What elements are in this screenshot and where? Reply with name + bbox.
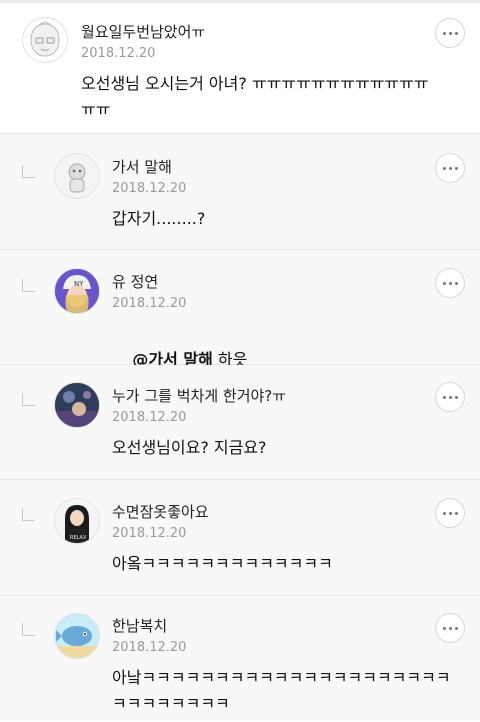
comment-text: 갑자기........? [112, 209, 206, 228]
reply-item: 한남복치 2018.12.20 아낰ㅋㅋㅋㅋㅋㅋㅋㅋㅋㅋㅋㅋㅋㅋㅋㅋㅋㅋㅋㅋㅋ … [0, 596, 480, 721]
fish-avatar-icon[interactable] [54, 613, 100, 659]
reply-arrow-icon [22, 393, 35, 406]
comment-text: 아낰ㅋㅋㅋㅋㅋㅋㅋㅋㅋㅋㅋㅋㅋㅋㅋㅋㅋㅋㅋㅋㅋ ㅋㅋㅋㅋㅋㅋㅋㅋ [112, 668, 451, 713]
comment-date: 2018.12.20 [112, 296, 187, 311]
comment-item: 월요일두번남았어ㅠ 2018.12.20 오선생님 오시는거 아녀? ㅠㅠㅠㅠㅠ… [0, 3, 480, 134]
reply-arrow-icon [22, 165, 35, 178]
more-options-button[interactable] [435, 382, 465, 412]
character-avatar-icon[interactable] [22, 17, 68, 63]
person-avatar-icon[interactable]: NY [54, 268, 100, 314]
comment-author[interactable]: 수면잠옷좋아요 [112, 501, 209, 522]
person-avatar-icon[interactable]: RELAX [54, 498, 100, 544]
more-options-button[interactable] [435, 498, 465, 528]
comment-author[interactable]: 한남복치 [112, 615, 167, 636]
reply-item: NY 유 정연 2018.12.20 @가서 말해 하읏 [0, 250, 480, 369]
comment-date: 2018.12.20 [112, 526, 187, 541]
reply-arrow-icon [22, 279, 35, 292]
more-options-button[interactable] [435, 268, 465, 298]
comment-text: 아옼ㅋㅋㅋㅋㅋㅋㅋㅋㅋㅋㅋㅋㅋ [112, 554, 333, 573]
reply-item: 누가 그를 벅차게 한거야?ㅠ 2018.12.20 오선생님이요? 지금요? [0, 365, 480, 480]
comment-author[interactable]: 유 정연 [112, 271, 158, 292]
svg-text:RELAX: RELAX [70, 535, 87, 541]
more-options-button[interactable] [435, 613, 465, 643]
comment-text: 오선생님 오시는거 아녀? ㅠㅠㅠㅠㅠㅠㅠㅠㅠㅠㅠㅠ ㅠㅠ [81, 74, 429, 119]
more-options-button[interactable] [435, 153, 465, 183]
reply-item: RELAX 수면잠옷좋아요 2018.12.20 아옼ㅋㅋㅋㅋㅋㅋㅋㅋㅋㅋㅋㅋㅋ [0, 480, 480, 596]
comment-text: 오선생님이요? 지금요? [112, 438, 267, 457]
character-avatar-icon[interactable] [54, 153, 100, 199]
reply-arrow-icon [22, 508, 35, 521]
more-options-button[interactable] [435, 18, 465, 48]
photo-avatar-icon[interactable] [54, 382, 100, 428]
comment-author[interactable]: 월요일두번남았어ㅠ [81, 21, 205, 42]
comment-date: 2018.12.20 [112, 410, 187, 425]
svg-text:NY: NY [74, 280, 84, 288]
comment-author[interactable]: 누가 그를 벅차게 한거야?ㅠ [112, 385, 286, 406]
reply-item: 가서 말해 2018.12.20 갑자기........? [0, 134, 480, 250]
comment-date: 2018.12.20 [81, 46, 156, 61]
comment-date: 2018.12.20 [112, 640, 187, 655]
comment-author[interactable]: 가서 말해 [112, 156, 172, 177]
reply-arrow-icon [22, 623, 35, 636]
comment-date: 2018.12.20 [112, 181, 187, 196]
